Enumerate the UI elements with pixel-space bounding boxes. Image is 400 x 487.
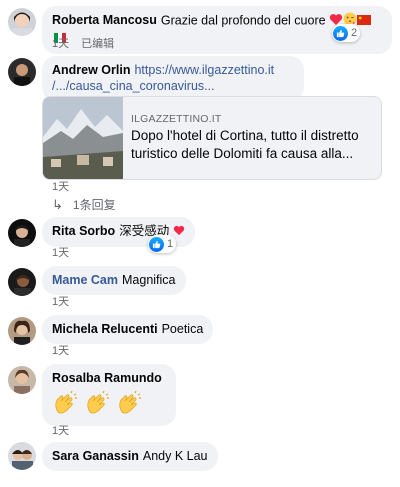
commenter-name[interactable]: Rosalba Ramundo xyxy=(52,371,162,385)
comment-michela-relucenti: Michela Relucenti Poetica 1天 xyxy=(8,315,392,359)
commenter-name[interactable]: Andrew Orlin xyxy=(52,63,130,77)
comment-meta: 1天 xyxy=(52,293,81,309)
comment-text: Magnifica xyxy=(122,273,176,287)
china-flag-icon xyxy=(357,13,372,29)
like-count: 2 xyxy=(351,27,358,39)
link-title[interactable]: Dopo l'hotel di Cortina, tutto il distre… xyxy=(131,127,373,163)
reply-arrow-icon: ↳ xyxy=(52,196,63,212)
link-preview-image xyxy=(43,97,123,179)
comment-meta: 1天 已编辑 xyxy=(52,35,126,51)
heart-emoji-icon xyxy=(173,224,185,240)
commenter-name[interactable]: Mame Cam xyxy=(52,273,118,287)
comment-meta: 1天 xyxy=(52,342,81,358)
comment-text: Poetica xyxy=(161,322,204,336)
like-count-badge[interactable]: 2 xyxy=(332,24,361,42)
comment-meta: 1天 xyxy=(52,244,81,260)
avatar[interactable] xyxy=(8,442,36,470)
like-icon xyxy=(149,236,164,252)
commenter-name[interactable]: Michela Relucenti xyxy=(52,322,158,336)
avatar[interactable] xyxy=(8,58,36,86)
avatar[interactable] xyxy=(8,366,36,394)
comment-bubble: Sara Ganassin Andy K Lau xyxy=(42,442,218,471)
link-preview-card[interactable]: ILGAZZETTINO.IT Dopo l'hotel di Cortina,… xyxy=(42,96,382,180)
replies-count[interactable]: 1条回复 xyxy=(73,196,116,213)
like-icon xyxy=(333,25,348,41)
comment-meta: 1天 xyxy=(52,422,81,438)
clap-emoji-row xyxy=(52,390,166,420)
commenter-name[interactable]: Rita Sorbo xyxy=(52,224,115,238)
comment-time[interactable]: 1天 xyxy=(52,345,69,357)
comment-text: Andy K Lau xyxy=(142,449,208,463)
comment-bubble: Mame Cam Magnifica xyxy=(42,266,186,295)
clapping-hands-icon xyxy=(52,390,78,420)
avatar[interactable] xyxy=(8,268,36,296)
link-domain: ILGAZZETTINO.IT xyxy=(131,113,222,125)
comment-url[interactable]: https://www.ilgazzettino.it xyxy=(134,63,274,77)
comment-text: Grazie dal profondo del cuore xyxy=(160,13,326,28)
comment-rita-sorbo: Rita Sorbo 深受感动 1 1天 xyxy=(8,217,392,261)
comment-bubble: Rosalba Ramundo xyxy=(42,364,176,426)
like-count: 1 xyxy=(167,238,174,250)
commenter-name[interactable]: Sara Ganassin xyxy=(52,449,139,463)
comment-bubble: Michela Relucenti Poetica xyxy=(42,315,214,344)
clapping-hands-icon xyxy=(116,390,142,420)
clapping-hands-icon xyxy=(84,390,110,420)
comment-time[interactable]: 1天 xyxy=(52,38,69,50)
comment-time[interactable]: 1天 xyxy=(52,425,69,437)
comment-bubble: Andrew Orlin https://www.ilgazzettino.it … xyxy=(42,56,304,101)
comment-url-continued[interactable]: /.../causa_cina_coronavirus... xyxy=(52,79,215,93)
comment-sara-ganassin: Sara Ganassin Andy K Lau xyxy=(8,442,392,482)
comment-time[interactable]: 1天 xyxy=(52,296,69,308)
comment-time[interactable]: 1天 xyxy=(52,181,69,193)
avatar[interactable] xyxy=(8,317,36,345)
avatar[interactable] xyxy=(8,219,36,247)
view-replies-link[interactable]: ↳ 1条回复 xyxy=(52,196,116,213)
comment-andrew-orlin: Andrew Orlin https://www.ilgazzettino.it … xyxy=(8,56,392,216)
avatar[interactable] xyxy=(8,8,36,36)
like-count-badge[interactable]: 1 xyxy=(148,235,177,253)
comment-mame-cam: Mame Cam Magnifica 1天 xyxy=(8,266,392,310)
commenter-name[interactable]: Roberta Mancosu xyxy=(52,13,157,27)
edited-label[interactable]: 已编辑 xyxy=(81,38,114,50)
comment-rosalba-ramundo: Rosalba Ramundo 1天 xyxy=(8,364,392,440)
comment-time[interactable]: 1天 xyxy=(52,247,69,259)
comment-meta: 1天 xyxy=(52,178,81,194)
comment-roberta-mancosu: Roberta Mancosu Grazie dal profondo del c… xyxy=(8,6,392,54)
